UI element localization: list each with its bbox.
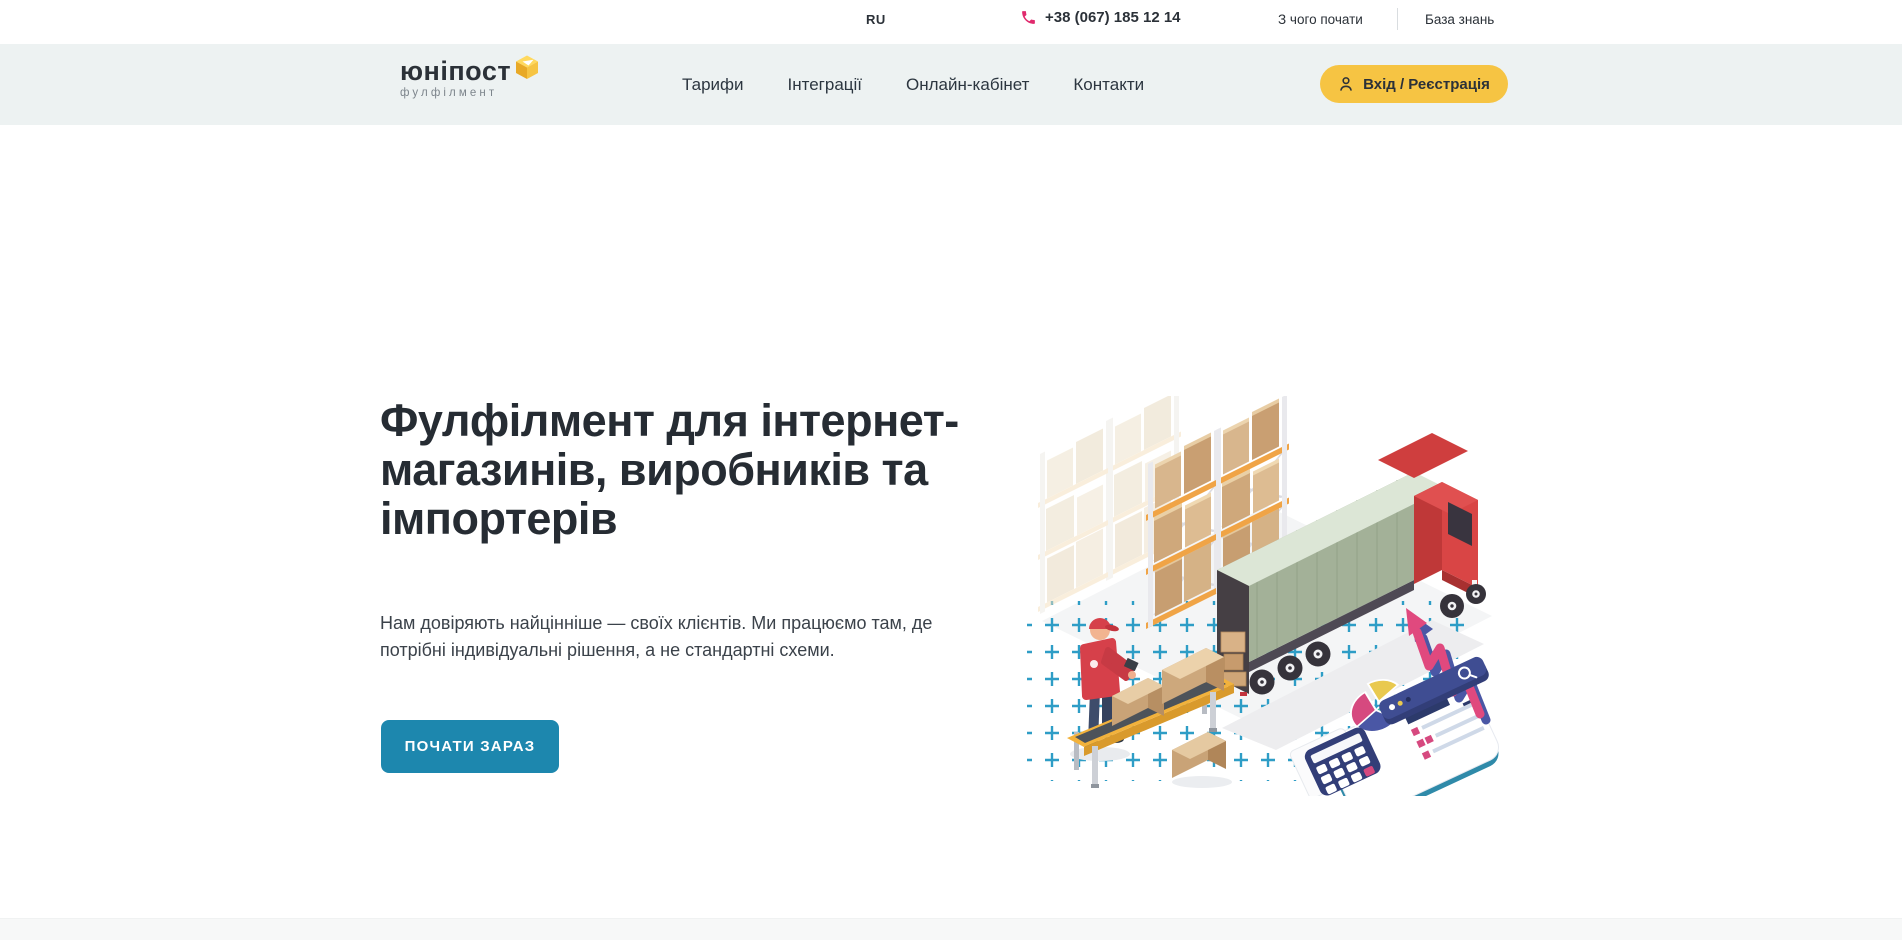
topbar-divider: [1397, 8, 1398, 30]
user-icon: [1338, 76, 1354, 92]
site-header: юніпост фулфілмент Тарифи Інтеграції Онл…: [0, 44, 1902, 125]
logo[interactable]: юніпост фулфілмент: [400, 56, 540, 99]
cta-start-button[interactable]: ПОЧАТИ ЗАРАЗ: [381, 720, 559, 773]
hero-description: Нам довіряють найцінніше — своїх клієнті…: [380, 610, 932, 664]
hero-description-line: потрібні індивідуальні рішення, а не ста…: [380, 637, 932, 664]
nav-contacts[interactable]: Контакти: [1073, 75, 1144, 95]
phone-icon: [1020, 9, 1037, 26]
topbar: RU +38 (067) 185 12 14 З чого почати Баз…: [0, 0, 1902, 44]
phone-link[interactable]: +38 (067) 185 12 14: [1020, 9, 1181, 26]
link-how-to-start[interactable]: З чого почати: [1278, 12, 1363, 27]
language-switcher[interactable]: RU: [866, 12, 886, 27]
hero-title-line: магазинів, виробників та: [380, 445, 959, 494]
next-section-edge: [0, 918, 1902, 940]
main-nav: Тарифи Інтеграції Онлайн-кабінет Контакт…: [682, 44, 1144, 125]
nav-tariffs[interactable]: Тарифи: [682, 75, 744, 95]
hero-title: Фулфілмент для інтернет- магазинів, виро…: [380, 396, 959, 543]
page: RU +38 (067) 185 12 14 З чого почати Баз…: [0, 0, 1902, 940]
phone-number: +38 (067) 185 12 14: [1045, 9, 1181, 26]
hero-illustration: [1012, 396, 1522, 796]
cube-logo-icon: [514, 54, 540, 80]
link-knowledge-base[interactable]: База знань: [1425, 12, 1494, 27]
login-button[interactable]: Вхід / Реєстрація: [1320, 65, 1508, 103]
login-label: Вхід / Реєстрація: [1363, 76, 1490, 93]
hero-title-line: імпортерів: [380, 494, 959, 543]
nav-online-cabinet[interactable]: Онлайн-кабінет: [906, 75, 1029, 95]
warehouse-fulfillment-illustration: [1012, 396, 1522, 796]
hero-title-line: Фулфілмент для інтернет-: [380, 396, 959, 445]
logo-subtitle: фулфілмент: [400, 87, 540, 99]
nav-integrations[interactable]: Інтеграції: [788, 75, 863, 95]
hero-description-line: Нам довіряють найцінніше — своїх клієнті…: [380, 610, 932, 637]
